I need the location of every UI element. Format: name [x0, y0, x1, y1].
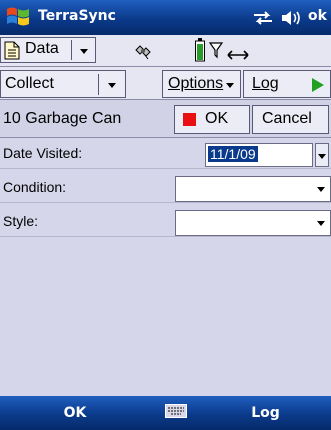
windows-flag-icon[interactable] [5, 4, 31, 30]
chevron-down-icon[interactable] [108, 83, 116, 88]
options-menu-button[interactable]: Options [162, 70, 241, 98]
options-label: Options [168, 75, 224, 92]
softkey-log[interactable]: Log [200, 396, 331, 430]
condition-row: Condition: [0, 172, 331, 203]
play-icon [312, 78, 324, 92]
connectivity-icon[interactable] [252, 10, 274, 26]
date-visited-row: Date Visited: 11/1/09 [0, 138, 331, 169]
collect-label: Collect [5, 75, 54, 92]
feature-header: 10 Garbage Can OK Cancel [0, 100, 331, 138]
cancel-label: Cancel [262, 110, 312, 127]
keyboard-icon[interactable] [165, 404, 187, 418]
divider [98, 74, 99, 95]
date-picker-button[interactable] [315, 143, 329, 167]
satellite-icon[interactable] [133, 41, 153, 61]
log-label: Log [252, 75, 279, 92]
log-button[interactable]: Log [243, 70, 331, 98]
chevron-down-icon [318, 154, 326, 159]
data-toolbar: Data [0, 35, 331, 67]
red-square-icon [183, 113, 196, 126]
style-row: Style: [0, 206, 331, 237]
softkey-ok[interactable]: OK [0, 396, 150, 430]
app-title: TerraSync [38, 8, 116, 24]
document-icon [4, 41, 20, 60]
ok-label: OK [205, 110, 229, 127]
date-visited-field[interactable]: 11/1/09 [205, 143, 313, 167]
collect-toolbar: Collect Options Log [0, 67, 331, 100]
title-ok-button[interactable]: ok [308, 8, 327, 24]
speaker-icon[interactable] [280, 10, 302, 26]
feature-name: 10 Garbage Can [3, 110, 122, 127]
date-visited-value: 11/1/09 [208, 146, 258, 162]
style-label: Style: [3, 213, 39, 229]
chevron-down-icon [317, 221, 325, 226]
battery-icon[interactable] [195, 38, 205, 62]
filter-icon[interactable] [209, 41, 223, 59]
style-select[interactable] [175, 210, 331, 236]
chevron-down-icon[interactable] [80, 49, 88, 54]
chevron-down-icon [317, 187, 325, 192]
cancel-button[interactable]: Cancel [252, 105, 329, 134]
condition-label: Condition: [3, 179, 67, 195]
chevron-down-icon [226, 83, 234, 88]
double-arrow-icon[interactable] [226, 49, 250, 61]
attribute-form: Date Visited: 11/1/09 Condition: Style: [0, 138, 331, 396]
condition-select[interactable] [175, 176, 331, 202]
data-menu-label: Data [25, 40, 59, 57]
divider [71, 40, 72, 60]
soft-key-bar: OK Log [0, 396, 331, 430]
collect-menu-button[interactable]: Collect [0, 70, 126, 98]
date-visited-label: Date Visited: [3, 145, 83, 161]
title-bar: TerraSync ok [0, 0, 331, 35]
data-menu-button[interactable]: Data [0, 37, 96, 63]
ok-button[interactable]: OK [174, 105, 250, 134]
